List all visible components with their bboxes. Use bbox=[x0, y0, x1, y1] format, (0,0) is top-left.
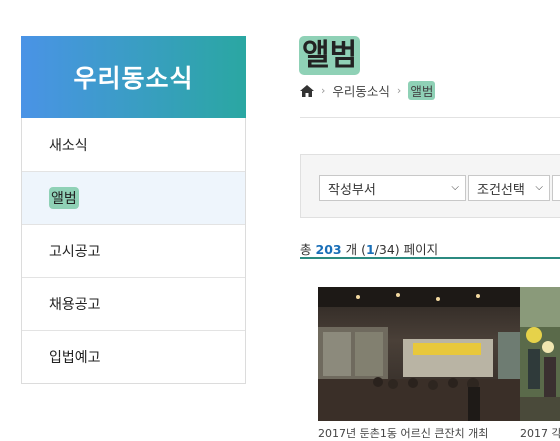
album-thumbnail[interactable] bbox=[520, 287, 560, 421]
search-filter-box: 작성부서 ⌵ 조건선택 ⌵ bbox=[300, 154, 560, 218]
dept-select[interactable]: 작성부서 ⌵ bbox=[319, 175, 466, 201]
result-count: 총 203 개 (1/34) 페이지 bbox=[300, 242, 439, 257]
breadcrumb: › 우리동소식 › 앨범 bbox=[300, 81, 436, 100]
sidebar-item-label: 새소식 bbox=[49, 137, 88, 154]
list-divider bbox=[300, 257, 560, 259]
album-thumbnail[interactable] bbox=[318, 287, 530, 421]
breadcrumb-item[interactable]: 우리동소식 bbox=[332, 81, 390, 100]
album-caption[interactable]: 2017 각 bbox=[520, 425, 560, 441]
keyword-input[interactable] bbox=[552, 175, 560, 201]
condition-select-value: 조건선택 bbox=[477, 182, 525, 198]
sidebar-item-recruit[interactable]: 채용공고 bbox=[22, 277, 245, 330]
sidebar-item-label: 앨범 bbox=[49, 187, 79, 209]
page-title: 앨범 bbox=[299, 30, 361, 75]
sidebar-item-label: 채용공고 bbox=[49, 297, 101, 313]
album-caption[interactable]: 2017년 둔촌1동 어르신 큰잔치 개최 bbox=[318, 425, 530, 441]
sidebar-item-notice[interactable]: 고시공고 bbox=[22, 224, 245, 277]
sidebar-item-news[interactable]: 새소식 bbox=[22, 118, 245, 171]
chevron-down-icon: ⌵ bbox=[451, 182, 459, 193]
sidebar-item-label: 입법예고 bbox=[49, 350, 101, 366]
album-card[interactable]: 2017 각 bbox=[520, 287, 560, 441]
sidebar-item-album[interactable]: 앨범 bbox=[22, 171, 245, 224]
condition-select[interactable]: 조건선택 ⌵ bbox=[468, 175, 550, 201]
sidebar-item-legislation[interactable]: 입법예고 bbox=[22, 330, 245, 383]
dept-select-value: 작성부서 bbox=[328, 182, 376, 198]
home-icon[interactable] bbox=[300, 84, 314, 97]
album-card[interactable]: 2017년 둔촌1동 어르신 큰잔치 개최 bbox=[318, 287, 530, 441]
breadcrumb-current: 앨범 bbox=[408, 81, 436, 100]
sidebar: 우리동소식 새소식 앨범 고시공고 채용공고 입법예고 bbox=[21, 36, 246, 384]
sidebar-title: 우리동소식 bbox=[21, 36, 246, 118]
chevron-down-icon: ⌵ bbox=[535, 182, 543, 193]
chevron-right-icon: › bbox=[396, 84, 402, 97]
sidebar-item-label: 고시공고 bbox=[49, 244, 101, 260]
title-divider bbox=[300, 117, 560, 118]
chevron-right-icon: › bbox=[321, 84, 326, 97]
sidebar-menu: 새소식 앨범 고시공고 채용공고 입법예고 bbox=[21, 118, 246, 384]
